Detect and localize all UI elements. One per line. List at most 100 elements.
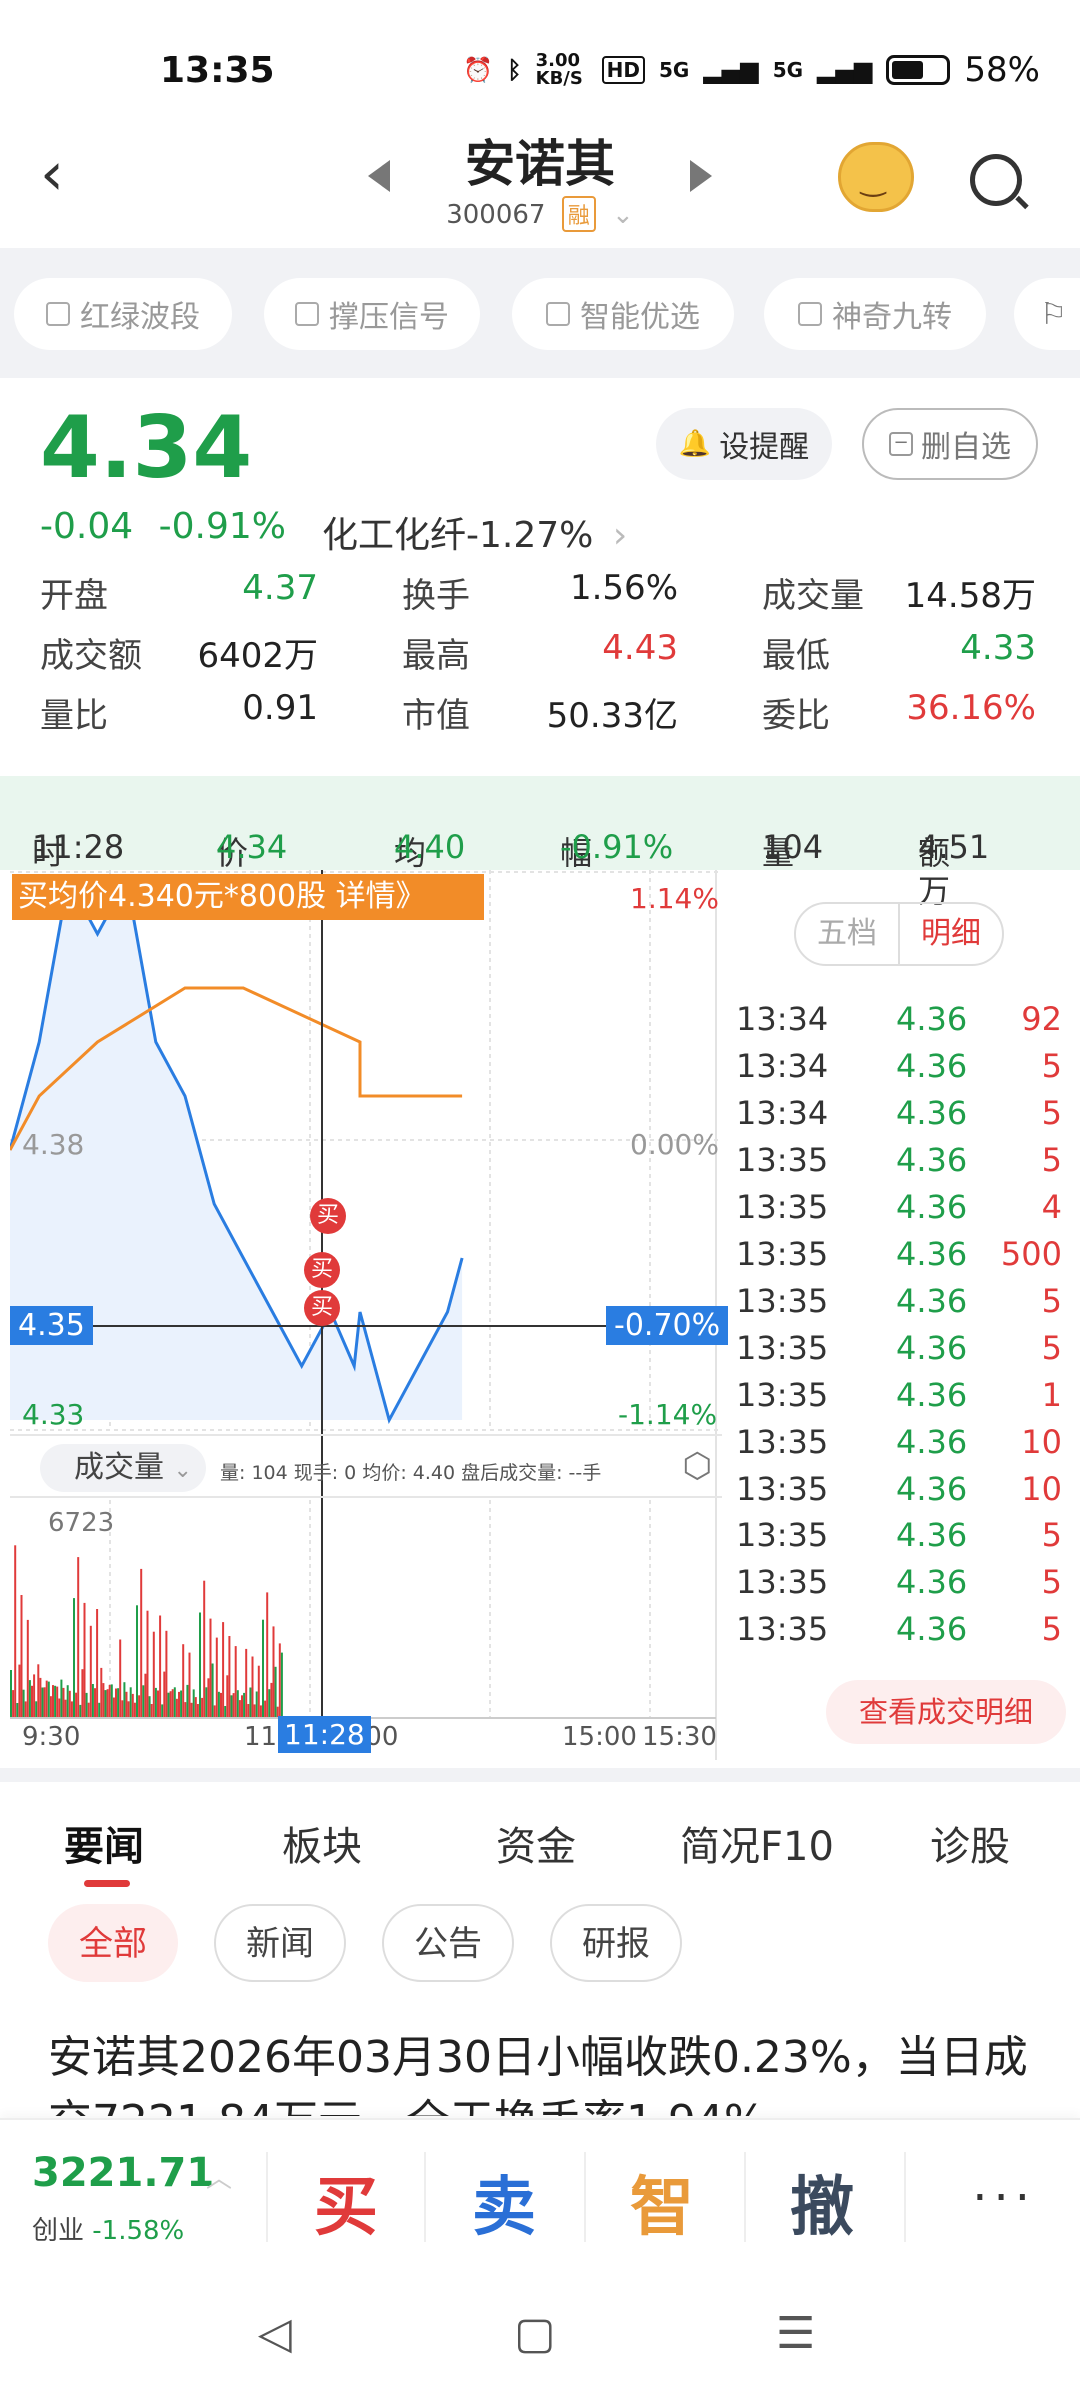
status-time: 13:35: [160, 50, 275, 91]
chevron-up-icon[interactable]: ︿: [206, 2158, 232, 2195]
lock-icon: [46, 302, 70, 326]
tab-detail[interactable]: 明细: [898, 904, 1002, 964]
volume-bar: [26, 1619, 29, 1718]
nav-home-icon[interactable]: ▢: [514, 2308, 556, 2359]
stock-code-line[interactable]: 300067 融 ⌄: [0, 196, 1080, 232]
pill-support-resistance[interactable]: 撑压信号: [264, 278, 480, 350]
flag-icon: ⚐: [1040, 296, 1067, 332]
pill-smart-select[interactable]: 智能优选: [512, 278, 734, 350]
trade-row: 13:35 4.36 5: [736, 1516, 1062, 1562]
volume-bar: [144, 1673, 147, 1718]
volume-bar: [196, 1704, 199, 1718]
volume-bar: [41, 1687, 44, 1718]
sector-link[interactable]: 化工化纤-1.27% ›: [322, 506, 627, 558]
settings-hex-icon[interactable]: ⬡: [682, 1446, 712, 1486]
volume-bar: [251, 1656, 254, 1718]
next-stock-icon[interactable]: [690, 160, 712, 192]
system-nav-bar: ◁ ▢ ☰: [0, 2268, 1080, 2400]
battery-level: 58%: [964, 50, 1040, 90]
volume-indicator-dropdown[interactable]: 成交量 ⌄: [40, 1444, 206, 1492]
volume-bar: [226, 1675, 229, 1718]
buy-average-banner[interactable]: 买均价4.340元*800股 详情》: [12, 874, 484, 920]
stock-code: 300067: [446, 200, 546, 230]
filter-research[interactable]: 研报: [550, 1904, 682, 1982]
detail-segment-control: 五档 明细: [794, 902, 1004, 966]
tab-f10[interactable]: 简况F10: [680, 1814, 834, 1872]
sell-button[interactable]: 卖: [454, 2156, 554, 2248]
tab-funds[interactable]: 资金: [496, 1814, 576, 1872]
change-pct: -0.91%: [158, 506, 286, 547]
volume-bar: [278, 1643, 281, 1718]
trade-qty: 5: [1041, 1046, 1062, 1085]
volume-bar: [249, 1687, 252, 1718]
volume-bar: [125, 1691, 128, 1718]
separator: [424, 2152, 426, 2242]
smart-button[interactable]: 智: [612, 2156, 712, 2248]
trade-marker-1[interactable]: 买: [310, 1198, 346, 1234]
volume-info: 量: 104 现手: 0 均价: 4.40 盘后成交量: --手: [220, 1462, 602, 1484]
trade-price: 4.36: [896, 1046, 968, 1085]
signal-bars-icon-1: ▂▄▆: [703, 56, 759, 84]
volume-bar: [100, 1667, 103, 1718]
volume-bar: [217, 1691, 220, 1718]
section-divider: [0, 1768, 1080, 1782]
lock-icon: [798, 302, 822, 326]
view-trade-detail-button[interactable]: 查看成交明细: [826, 1680, 1066, 1744]
volume-bar: [31, 1685, 33, 1718]
volume-bar: [199, 1612, 201, 1718]
volume-bar: [228, 1636, 231, 1718]
volume-bar: [85, 1692, 88, 1718]
trade-marker-3[interactable]: 买: [304, 1290, 340, 1326]
volume-bar: [45, 1680, 48, 1718]
buy-button[interactable]: 买: [296, 2156, 396, 2248]
volume-bar: [180, 1690, 183, 1718]
volume-bar: [232, 1693, 235, 1718]
remove-watchlist-button[interactable]: − 删自选: [862, 408, 1038, 480]
tab-news[interactable]: 要闻: [64, 1814, 144, 1872]
volume-bar: [39, 1677, 42, 1718]
pill-red-green-wave[interactable]: 红绿波段: [14, 278, 232, 350]
trade-marker-2[interactable]: 买: [304, 1252, 340, 1288]
tab-five-levels[interactable]: 五档: [796, 904, 898, 964]
filter-news[interactable]: 新闻: [214, 1904, 346, 1982]
volume-bar: [146, 1610, 149, 1718]
nav-menu-icon[interactable]: ☰: [776, 2308, 815, 2359]
trade-qty: 5: [1041, 1140, 1062, 1179]
set-alert-button[interactable]: 🔔 设提醒: [656, 408, 832, 480]
quote-panel: 4.34 🔔 设提醒 − 删自选 -0.04 -0.91% 化工化纤-1.27%…: [0, 378, 1080, 768]
volume-bar: [243, 1692, 246, 1718]
volume-bar: [178, 1691, 180, 1718]
separator: [584, 2152, 586, 2242]
trade-time: 13:35: [736, 1281, 829, 1320]
nav-back-icon[interactable]: ◁: [258, 2308, 292, 2359]
cancel-order-button[interactable]: 撤: [772, 2156, 872, 2248]
lock-icon: [546, 302, 570, 326]
status-bar: 13:35 ⏰ ᛒ 3.00 KB/S HD 5G ▂▄▆ 5G ▂▄▆ 58%: [0, 0, 1080, 130]
mascot-icon[interactable]: [838, 142, 914, 212]
volume-bar: [91, 1684, 94, 1718]
trade-time: 13:34: [736, 1046, 829, 1085]
pill-magic-nine[interactable]: 神奇九转: [764, 278, 986, 350]
volume-bar: [37, 1664, 40, 1718]
volume-bar: [138, 1695, 141, 1718]
search-icon[interactable]: [970, 154, 1022, 206]
filter-announcement[interactable]: 公告: [382, 1904, 514, 1982]
volume-bar: [245, 1648, 248, 1718]
volume-dropdown-label: 成交量: [74, 1450, 164, 1485]
sector-name: 化工化纤: [322, 515, 467, 556]
y-left-bottom-label: 4.33: [22, 1398, 85, 1431]
y-right-bottom-label: -1.14%: [618, 1398, 718, 1431]
volume-bar: [24, 1701, 27, 1718]
more-options-icon[interactable]: ···: [972, 2170, 1036, 2226]
trade-price: 4.36: [896, 1563, 968, 1602]
pill-more[interactable]: ⚐: [1014, 278, 1080, 350]
tab-diagnose[interactable]: 诊股: [930, 1814, 1010, 1872]
tab-sector[interactable]: 板块: [282, 1814, 362, 1872]
volume-bar: [194, 1697, 197, 1718]
news-headline[interactable]: 安诺其2026年03月30日小幅收跌0.23%，当日成交7221.84万元，全天…: [48, 2026, 1038, 2116]
stat-amount: 成交额 6402万: [40, 636, 318, 676]
index-value[interactable]: 3221.71: [32, 2150, 214, 2196]
volume-bar: [112, 1697, 115, 1718]
trade-qty: 92: [1021, 1000, 1062, 1038]
filter-all[interactable]: 全部: [48, 1904, 178, 1982]
